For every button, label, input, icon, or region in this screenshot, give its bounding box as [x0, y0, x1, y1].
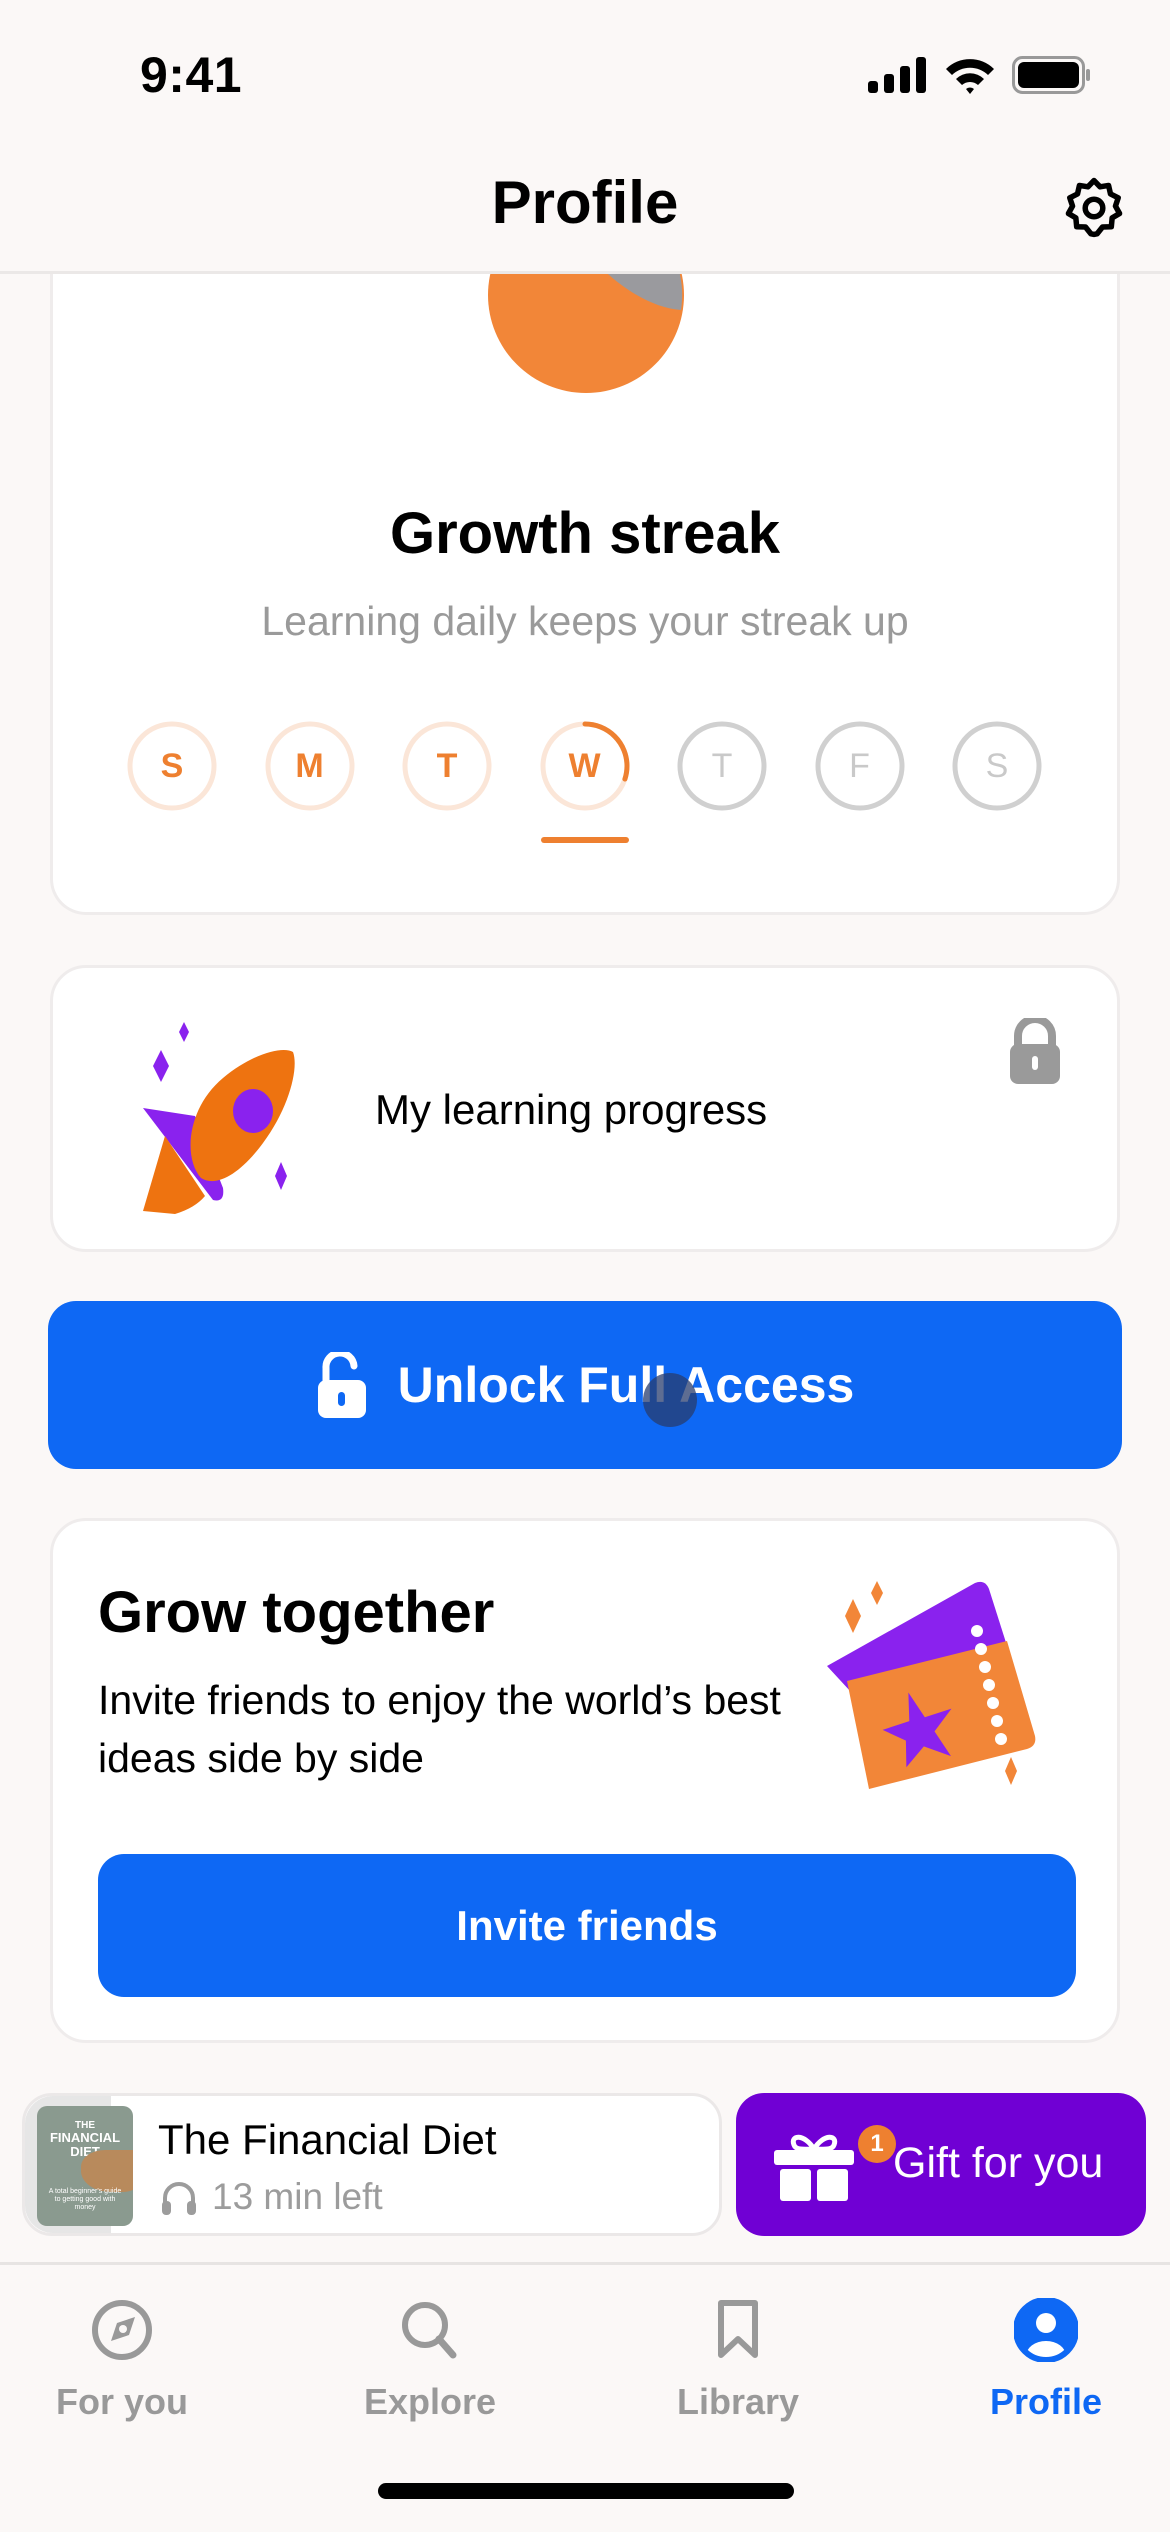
unlock-full-access-label: Unlock Full Access — [397, 1357, 855, 1413]
day-label: T — [436, 746, 458, 785]
book-cover: THE FINANCIAL DIET A total beginner's gu… — [37, 2106, 133, 2226]
weekday-6: S — [951, 720, 1043, 812]
day-label: F — [849, 746, 870, 785]
weekday-5: F — [814, 720, 906, 812]
weekday-2: T — [401, 720, 493, 812]
wifi-icon — [946, 59, 994, 94]
tab-explore[interactable]: Explore — [330, 2295, 530, 2423]
profile-icon — [1014, 2298, 1078, 2362]
book-title: The Financial Diet — [158, 2116, 497, 2163]
tab-label: Profile — [989, 2381, 1103, 2422]
tab-label: For you — [56, 2381, 188, 2422]
day-label: S — [160, 746, 184, 785]
cellular-signal-icon — [868, 57, 926, 93]
cover-tagline: A total beginner's guide to getting good… — [48, 2188, 122, 2211]
tickets-icon — [827, 1581, 1036, 1789]
tab-for-you[interactable]: For you — [22, 2295, 222, 2423]
book-meta: 13 min left — [160, 2176, 383, 2218]
grow-together-card: Grow together Invite friends to enjoy th… — [50, 1518, 1120, 2043]
status-time: 9:41 — [140, 47, 243, 103]
rocket-icon — [143, 1022, 295, 1214]
nav-header: Profile — [0, 150, 1170, 274]
bookmark-icon — [718, 2300, 758, 2358]
compass-icon — [92, 2300, 152, 2360]
invite-friends-button[interactable]: Invite friends — [98, 1854, 1076, 1997]
gift-badge: 1 — [858, 2125, 896, 2163]
mini-player[interactable]: THE FINANCIAL DIET A total beginner's gu… — [22, 2093, 722, 2236]
weekday-1: M — [264, 720, 356, 812]
home-indicator[interactable] — [378, 2483, 794, 2499]
gift-label: Gift for you — [893, 2139, 1104, 2187]
weekday-0: S — [126, 720, 218, 812]
status-icons — [868, 56, 1092, 94]
weekday-tracker: SMTWTFS — [126, 720, 1046, 843]
day-label: S — [985, 746, 1009, 785]
tab-profile[interactable]: Profile — [946, 2295, 1146, 2423]
battery-icon — [1012, 56, 1090, 94]
tab-label: Explore — [363, 2381, 497, 2422]
headphones-icon — [162, 2182, 196, 2215]
streak-subtitle: Learning daily keeps your streak up — [261, 598, 909, 644]
status-bar: 9:41 — [0, 0, 1170, 150]
growth-streak-card: 0 Growth streak Learning daily keeps you… — [50, 200, 1120, 915]
page-title: Profile — [491, 169, 679, 236]
cover-art — [81, 2150, 133, 2192]
search-icon — [402, 2302, 457, 2359]
day-label: M — [295, 746, 324, 785]
cover-text-line2: FINANCIAL — [49, 2130, 121, 2145]
gift-for-you-button[interactable]: 1 Gift for you — [736, 2093, 1146, 2236]
gear-icon — [1065, 177, 1123, 238]
weekday-3: W — [539, 720, 631, 812]
tab-library[interactable]: Library — [638, 2295, 838, 2423]
learning-progress-label: My learning progress — [375, 1086, 768, 1133]
today-indicator — [540, 837, 629, 843]
unlock-full-access-button[interactable]: Unlock Full Access — [48, 1301, 1122, 1469]
day-label: T — [711, 746, 733, 785]
touch-indicator — [643, 1373, 697, 1427]
gift-icon — [774, 2134, 854, 2201]
tab-label: Library — [676, 2381, 800, 2422]
grow-together-text: Invite friends to enjoy the world’s best… — [98, 1677, 781, 1781]
lock-icon — [1010, 1018, 1060, 1084]
time-left: 13 min left — [212, 2176, 383, 2217]
learning-progress-card[interactable]: My learning progress — [50, 965, 1120, 1252]
weekday-4: T — [676, 720, 768, 812]
streak-title: Growth streak — [390, 501, 780, 566]
unlock-icon — [317, 1352, 366, 1418]
grow-together-title: Grow together — [98, 1580, 495, 1645]
settings-button[interactable] — [1058, 172, 1130, 244]
day-label: W — [568, 746, 601, 785]
